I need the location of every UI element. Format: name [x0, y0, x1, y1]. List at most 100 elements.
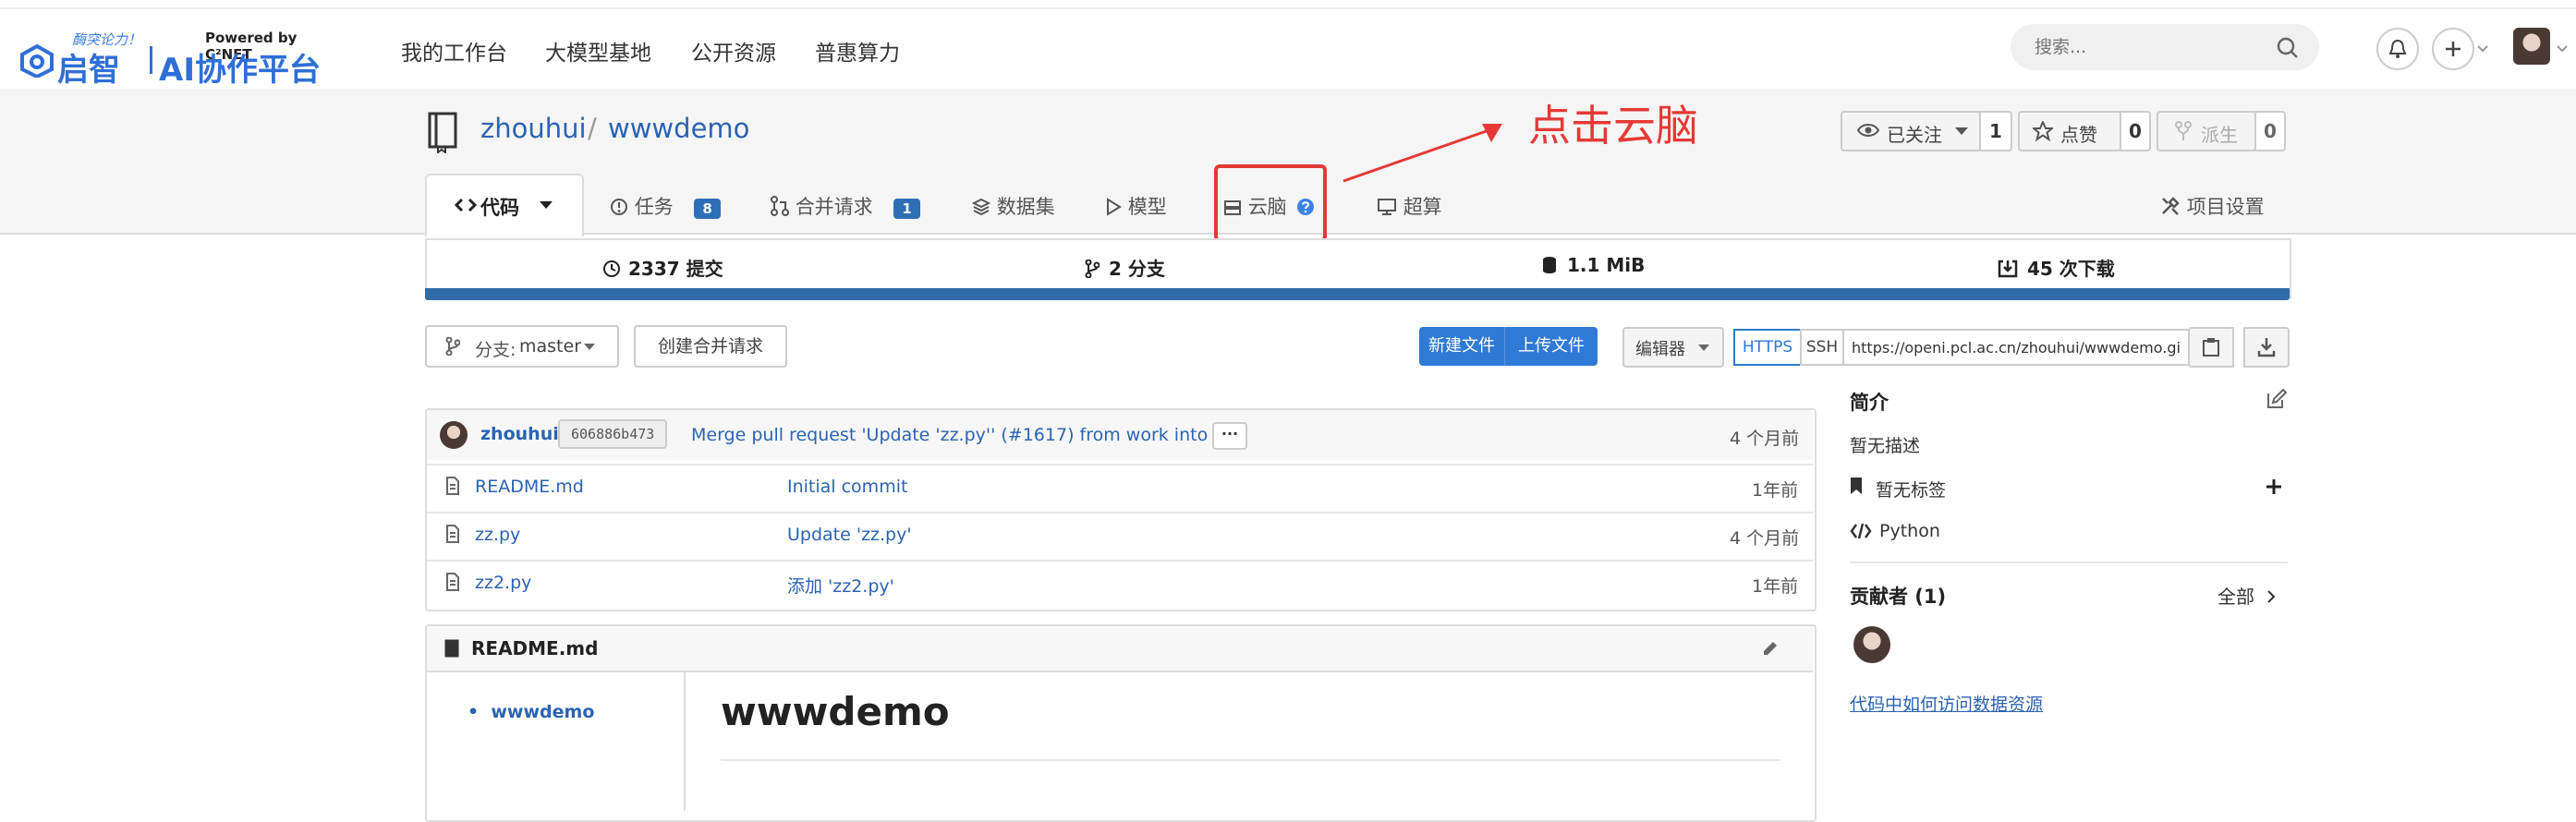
watch-button[interactable]: 已关注: [1841, 111, 1981, 151]
download-archive-button[interactable]: [2243, 327, 2290, 368]
tab-cloudbrain[interactable]: 云脑: [1223, 192, 1315, 220]
language-color-bar: [425, 288, 2290, 300]
user-avatar[interactable]: [2513, 28, 2550, 65]
commit-author-avatar[interactable]: [440, 421, 468, 449]
nav-link-computing[interactable]: 普惠算力: [815, 35, 900, 66]
file-row[interactable]: zz2.py 添加 'zz2.py' 1年前: [427, 560, 1813, 608]
https-toggle[interactable]: HTTPS: [1733, 329, 1802, 366]
tab-code[interactable]: 代码: [425, 174, 584, 236]
downloads-stat: 45 次下载: [1998, 254, 2115, 281]
file-name[interactable]: zz.py: [475, 525, 520, 545]
editor-caret-icon: [1698, 345, 1709, 351]
file-name[interactable]: README.md: [475, 477, 584, 497]
file-row[interactable]: README.md Initial commit 1年前: [427, 464, 1813, 512]
tab-pull-requests[interactable]: 合并请求 1: [771, 192, 920, 220]
site-logo[interactable]: 酶突论力！ Powered by C²NET 启智 AI协作平台: [20, 24, 344, 89]
commits-count: 2337 提交: [628, 258, 723, 280]
chevron-right-icon: [2267, 590, 2276, 603]
tab-issues[interactable]: 任务 8: [610, 192, 721, 220]
pulls-count-badge: 1: [893, 199, 920, 219]
search-box[interactable]: [2011, 24, 2319, 70]
create-pr-button[interactable]: 创建合并请求: [634, 325, 787, 368]
readme-toc-divider: [684, 672, 686, 811]
repo-name-link[interactable]: wwwdemo: [608, 113, 749, 144]
clone-url-input[interactable]: [1844, 329, 2190, 366]
avatar-chevron-down-icon[interactable]: [2556, 44, 2569, 54]
chevron-down-icon[interactable]: [2476, 44, 2489, 54]
new-file-button[interactable]: 新建文件: [1419, 327, 1504, 366]
notification-button[interactable]: [2376, 28, 2419, 70]
file-commit-message[interactable]: 添加 'zz2.py': [787, 573, 894, 598]
data-access-help-link[interactable]: 代码中如何访问数据资源: [1850, 691, 2043, 716]
file-name[interactable]: zz2.py: [475, 573, 531, 593]
watch-caret-icon: [1955, 127, 1968, 135]
tab-code-caret-icon: [540, 201, 553, 209]
fork-button[interactable]: 派生: [2157, 111, 2256, 151]
file-icon: [446, 573, 459, 591]
tab-models-label: 模型: [1127, 196, 1167, 218]
fork-count[interactable]: 0: [2254, 111, 2286, 151]
branch-caret-icon: [584, 344, 595, 350]
star-count[interactable]: 0: [2120, 111, 2151, 151]
branches-stat[interactable]: 2 分支: [1085, 254, 1165, 281]
commits-stat[interactable]: 2337 提交: [602, 254, 723, 281]
sidebar-divider: [1850, 562, 2288, 563]
repo-description: 暂无描述: [1850, 436, 1921, 456]
ssh-toggle[interactable]: SSH: [1800, 329, 1844, 366]
tab-code-label: 代码: [480, 197, 519, 219]
commit-more-button[interactable]: ···: [1212, 422, 1247, 450]
search-icon[interactable]: [2277, 37, 2299, 59]
editor-label: 编辑器: [1635, 340, 1685, 359]
tab-models[interactable]: 模型: [1105, 192, 1167, 220]
file-commit-message[interactable]: Update 'zz.py': [787, 525, 912, 545]
tab-hashrate[interactable]: 超算: [1377, 192, 1442, 220]
readme-toc-item[interactable]: • wwwdemo: [468, 702, 594, 722]
plus-icon: [2446, 42, 2461, 56]
upload-file-button[interactable]: 上传文件: [1504, 327, 1598, 366]
download-icon: [2257, 338, 2276, 357]
tab-pull-requests-label: 合并请求: [795, 196, 873, 218]
editor-dropdown[interactable]: 编辑器: [1622, 327, 1724, 368]
watch-count[interactable]: 1: [1979, 111, 2012, 151]
logo-product: AI协作平台: [159, 52, 321, 89]
readme-heading: wwwdemo: [721, 689, 950, 734]
add-tag-icon[interactable]: [2266, 478, 2282, 495]
commit-message[interactable]: Merge pull request 'Update 'zz.py'' (#16…: [691, 425, 1223, 445]
edit-description-icon[interactable]: [2266, 388, 2288, 410]
bell-icon: [2388, 39, 2407, 58]
tab-repo-settings[interactable]: 项目设置: [2160, 192, 2265, 220]
star-label: 点赞: [2060, 124, 2097, 146]
copy-url-button[interactable]: [2188, 327, 2234, 368]
tab-datasets[interactable]: 数据集: [971, 192, 1055, 220]
repo-language: Python: [1879, 521, 1940, 541]
search-input[interactable]: [2033, 33, 2258, 61]
logo-name: 启智: [57, 52, 120, 89]
edit-pencil-icon[interactable]: [1761, 639, 1780, 658]
star-button[interactable]: 点赞: [2018, 111, 2121, 151]
create-button[interactable]: [2432, 28, 2474, 70]
nav-link-model-base[interactable]: 大模型基地: [545, 35, 651, 66]
issue-icon: [611, 199, 627, 215]
help-question-icon[interactable]: [1296, 198, 1315, 216]
contributor-avatar[interactable]: [1853, 626, 1890, 663]
readme-header: README.md: [427, 626, 1813, 672]
contributors-all-link[interactable]: 全部: [2218, 582, 2276, 609]
fork-icon: [2175, 121, 2192, 140]
file-commit-message[interactable]: Initial commit: [787, 477, 907, 497]
commit-author[interactable]: zhouhui: [480, 424, 559, 444]
latest-commit-bar: zhouhui 606886b473 Merge pull request 'U…: [427, 410, 1813, 460]
model-play-icon: [1107, 198, 1122, 216]
file-row[interactable]: zz.py Update 'zz.py' 4 个月前: [427, 512, 1813, 560]
repo-size: 1.1 MiB: [1567, 254, 1646, 276]
nav-link-workbench[interactable]: 我的工作台: [401, 35, 507, 66]
branch-icon: [1085, 259, 1100, 279]
branch-selector[interactable]: 分支: master: [425, 325, 619, 368]
repo-book-icon: [428, 112, 457, 153]
commit-sha[interactable]: 606886b473: [558, 419, 668, 449]
tab-issues-label: 任务: [634, 196, 674, 218]
readme-heading-rule: [721, 759, 1780, 761]
code-icon: [455, 198, 477, 212]
readme-toc-item-label: wwwdemo: [491, 702, 595, 722]
nav-link-public-resources[interactable]: 公开资源: [691, 35, 776, 66]
repo-owner-link[interactable]: zhouhui: [480, 113, 587, 144]
